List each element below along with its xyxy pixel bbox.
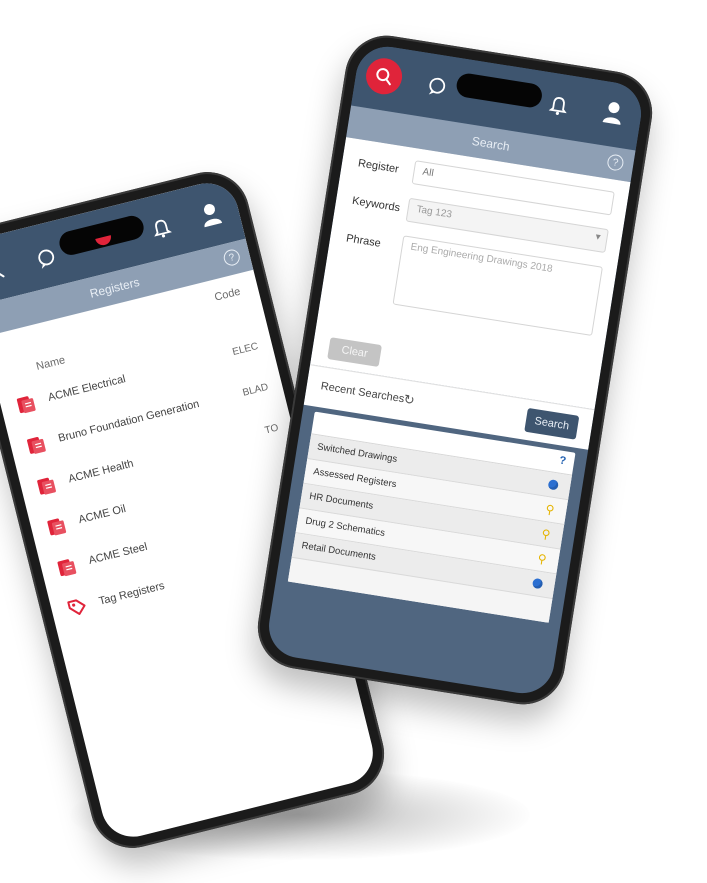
tag-icon [67,599,86,615]
globe-icon [531,577,544,590]
search-screen: Search ? Register All Keywords Tag 123 ▾… [264,42,646,698]
recent-search-label: Retail Documents [300,540,377,563]
user-icon[interactable] [198,200,223,228]
chevron-down-icon: ▾ [594,231,602,244]
register-name: ACME Oil [77,502,128,527]
column-header-name[interactable]: Name [35,354,66,373]
register-name: ACME Health [67,457,135,486]
dynamic-island [454,71,544,110]
register-code: TO [263,422,280,437]
key-icon: ⚲ [540,526,552,542]
register-name: Tag Registers [97,579,166,608]
register-code: ELEC [231,340,260,358]
phrase-textarea[interactable]: Eng Engineering Drawings 2018 [392,235,603,337]
search-button[interactable]: Search [524,407,580,440]
clear-button[interactable]: Clear [327,337,382,368]
user-icon[interactable] [601,99,625,126]
globe-icon [547,479,559,491]
register-name: ACME Steel [87,540,149,567]
recent-searches-label[interactable]: Recent Searches [320,380,405,405]
dynamic-island [56,213,147,258]
search-form: Register All Keywords Tag 123 ▾ Phrase E… [310,137,631,410]
help-icon[interactable]: ? [606,153,625,172]
chat-icon[interactable] [426,75,449,98]
keywords-placeholder: Tag 123 [415,204,453,221]
register-icon [57,559,77,577]
register-name: ACME Electrical [46,373,127,404]
keywords-label: Keywords [351,194,401,215]
recent-search-label: HR Documents [308,490,374,512]
register-code: BLAD [241,381,270,399]
phrase-placeholder: Eng Engineering Drawings 2018 [409,241,554,275]
help-icon[interactable]: ? [222,247,242,268]
register-icon [47,518,67,536]
refresh-icon[interactable]: ↻ [403,391,416,409]
bell-icon[interactable] [548,95,569,118]
register-value: All [421,166,435,180]
phone-search: Search ? Register All Keywords Tag 123 ▾… [251,29,659,711]
page-title: Registers [88,274,141,301]
bell-icon[interactable] [151,217,173,241]
phrase-label: Phrase [345,232,382,250]
search-icon-active[interactable] [363,55,405,97]
key-icon: ⚲ [544,501,556,518]
question-icon[interactable]: ? [558,455,567,468]
search-icon [376,68,391,86]
chat-icon[interactable] [34,246,58,270]
register-icon [37,477,56,495]
recent-searches-list: ? Switched Drawings Assessed Registers ⚲… [287,411,576,623]
register-icon [27,436,46,454]
key-icon: ⚲ [536,551,548,567]
register-icon [16,396,36,414]
page-title: Search [470,133,511,154]
search-icon[interactable] [0,260,6,282]
column-header-code[interactable]: Code [213,286,241,304]
register-label: Register [357,157,400,176]
